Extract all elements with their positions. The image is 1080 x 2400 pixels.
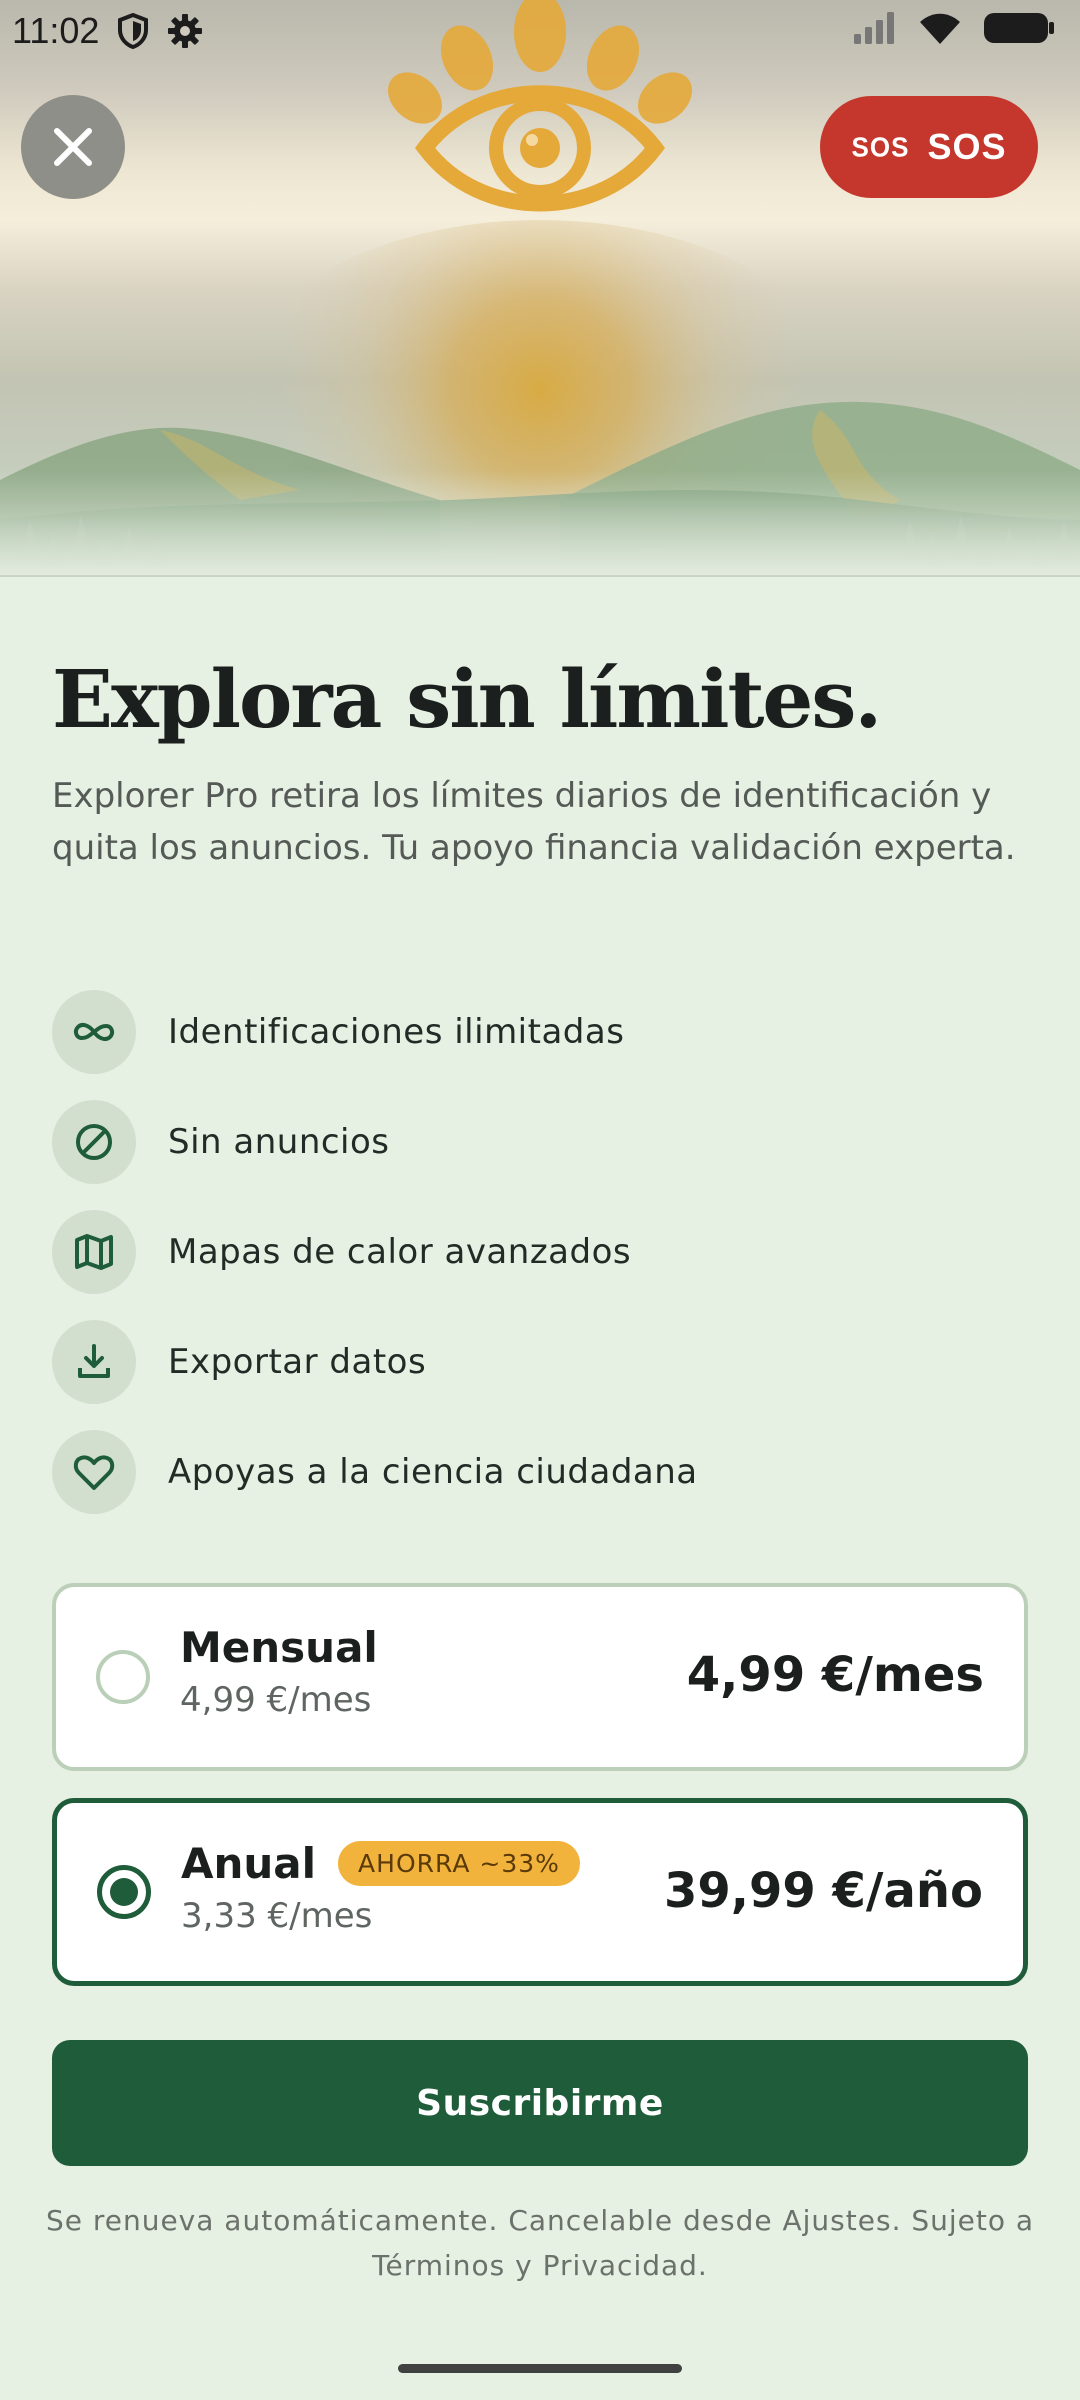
hero-banner: 11:02 SOS SOS [0, 0, 1080, 577]
feature-label: Apoyas a la ciencia ciudadana [168, 1452, 698, 1492]
plan-per-month: 3,33 €/mes [181, 1896, 373, 1936]
page-subtitle: Explorer Pro retira los límites diarios … [52, 776, 1016, 868]
legal-notice: Se renueva automáticamente. Cancelable d… [45, 2204, 1035, 2282]
sos-label: SOS [927, 126, 1007, 167]
plan-option-annual[interactable]: Anual AHORRA ~33% 3,33 €/mes 39,99 €/año [52, 1798, 1028, 1986]
sos-button[interactable]: SOS SOS [820, 96, 1038, 198]
plan-name: Anual [181, 1839, 317, 1888]
radio-button-unselected[interactable] [96, 1650, 150, 1704]
heart-icon [73, 1455, 115, 1490]
plan-price: 4,99 €/mes [686, 1647, 984, 1703]
feature-label: Identificaciones ilimitadas [168, 1012, 625, 1052]
feature-label: Mapas de calor avanzados [168, 1232, 632, 1272]
plan-price: 39,99 €/año [663, 1863, 983, 1919]
plan-option-monthly[interactable]: Mensual 4,99 €/mes 4,99 €/mes [52, 1583, 1028, 1771]
savings-badge: AHORRA ~33% [338, 1841, 580, 1886]
plan-per-month: 4,99 €/mes [180, 1680, 372, 1720]
no-ads-icon [76, 1124, 112, 1160]
feature-label: Sin anuncios [168, 1122, 390, 1162]
feature-item-heatmaps: Mapas de calor avanzados [52, 1210, 1032, 1294]
feature-label: Exportar datos [168, 1342, 427, 1382]
plan-name: Mensual [180, 1623, 378, 1672]
feature-list: Identificaciones ilimitadas Sin anuncios… [52, 990, 1032, 1540]
feature-item-citizen-science: Apoyas a la ciencia ciudadana [52, 1430, 1032, 1514]
status-time: 11:02 [12, 10, 100, 51]
infinity-icon [73, 1022, 115, 1042]
map-icon [75, 1234, 113, 1270]
close-icon [54, 128, 92, 166]
radio-button-selected[interactable] [97, 1865, 151, 1919]
feature-item-no-ads: Sin anuncios [52, 1100, 1032, 1184]
page-title: Explora sin límites. [52, 652, 882, 746]
home-indicator[interactable] [398, 2364, 682, 2373]
status-bar: 11:02 [0, 0, 1080, 62]
shield-icon [118, 13, 149, 49]
feature-item-unlimited-ids: Identificaciones ilimitadas [52, 990, 1032, 1074]
close-button[interactable] [21, 95, 125, 199]
sos-badge-icon: SOS [851, 130, 910, 163]
signal-icon [854, 12, 894, 44]
battery-icon [984, 13, 1054, 43]
feature-item-export: Exportar datos [52, 1320, 1032, 1404]
download-icon [78, 1344, 110, 1378]
gear-icon [168, 14, 203, 48]
subscribe-button[interactable]: Suscribirme [52, 2040, 1028, 2166]
wifi-icon [920, 13, 960, 44]
